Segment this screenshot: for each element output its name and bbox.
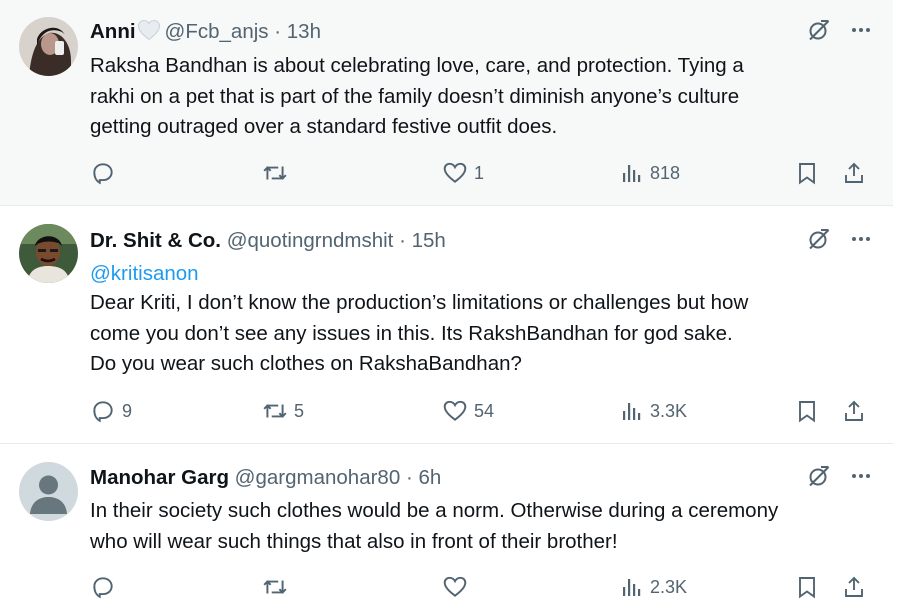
share-icon: [842, 574, 866, 600]
display-name[interactable]: Anni: [90, 20, 136, 43]
repost-icon: [262, 574, 288, 600]
separator: ·: [405, 466, 413, 489]
views-button[interactable]: 818: [620, 158, 680, 188]
bookmark-icon: [795, 160, 819, 186]
tweet-text-line: Dear Kriti, I don’t know the production’…: [90, 291, 749, 314]
share-icon: [842, 160, 866, 186]
handle[interactable]: @Fcb_anjs: [165, 20, 269, 43]
display-name[interactable]: Manohar Garg: [90, 466, 229, 489]
share-button[interactable]: [842, 396, 866, 426]
like-count: 1: [474, 162, 485, 183]
tweet-header: Manohar Garg @gargmanohar80 · 6h: [90, 465, 441, 491]
repost-button[interactable]: 5: [262, 396, 304, 426]
repost-icon: [262, 160, 288, 186]
bookmark-button[interactable]: [795, 396, 819, 426]
tweet-text-line: Do you wear such clothes on RakshaBandha…: [90, 352, 522, 375]
tweet-text: Dear Kriti, I don’t know the production’…: [90, 288, 880, 380]
tweet-header: Anni @Fcb_anjs · 13h: [90, 19, 321, 45]
tweet-top-actions: [807, 19, 873, 45]
handle[interactable]: @quotingrndmshit: [227, 229, 394, 252]
repost-button[interactable]: [262, 158, 294, 188]
share-button[interactable]: [842, 158, 866, 188]
share-button[interactable]: [842, 572, 866, 602]
reply-button[interactable]: [90, 572, 122, 602]
tweet-text: In their society such clothes would be a…: [90, 496, 880, 557]
reply-icon: [90, 574, 116, 600]
like-button[interactable]: 1: [442, 158, 484, 188]
mention-link[interactable]: @kritisanon: [90, 259, 199, 289]
bookmark-button[interactable]: [795, 158, 819, 188]
timestamp[interactable]: 6h: [418, 466, 441, 489]
grok-icon[interactable]: [807, 464, 831, 493]
views-icon: [620, 575, 644, 599]
share-icon: [842, 398, 866, 424]
tweet-top-actions: [807, 465, 873, 491]
more-icon[interactable]: [849, 464, 873, 493]
reply-icon: [90, 398, 116, 424]
grok-icon[interactable]: [807, 18, 831, 47]
reply-icon: [90, 160, 116, 186]
bookmark-icon: [795, 398, 819, 424]
view-count: 2.3K: [650, 576, 688, 597]
more-icon[interactable]: [849, 18, 873, 47]
tweet-text-line: Raksha Bandhan is about celebrating love…: [90, 54, 744, 77]
tweet-text-line: getting outraged over a standard festive…: [90, 115, 558, 138]
tweet[interactable]: Manohar Garg @gargmanohar80 · 6h In thei…: [0, 445, 893, 609]
reply-button[interactable]: [90, 158, 122, 188]
repost-count: 5: [294, 400, 305, 421]
tweet[interactable]: Anni @Fcb_anjs · 13h Raksha Bandhan is ab…: [0, 0, 893, 206]
timestamp[interactable]: 15h: [412, 229, 446, 252]
avatar[interactable]: [19, 462, 78, 521]
view-count: 818: [650, 162, 681, 183]
like-button[interactable]: 54: [442, 396, 494, 426]
timestamp[interactable]: 13h: [287, 20, 321, 43]
repost-button[interactable]: [262, 572, 294, 602]
views-button[interactable]: 3.3K: [620, 396, 687, 426]
tweet-actions: 9 5 54 3.3K: [90, 396, 870, 426]
tweet-header: Dr. Shit & Co. @quotingrndmshit · 15h: [90, 228, 446, 254]
more-icon[interactable]: [849, 227, 873, 256]
display-name[interactable]: Dr. Shit & Co.: [90, 229, 221, 252]
tweet-text-line: In their society such clothes would be a…: [90, 499, 779, 522]
tweet-text-line: who will wear such things that also in f…: [90, 529, 618, 553]
reply-count: 9: [122, 400, 133, 421]
separator: ·: [399, 229, 406, 252]
reply-button[interactable]: 9: [90, 396, 132, 426]
avatar[interactable]: [19, 17, 78, 76]
grok-icon[interactable]: [807, 227, 831, 256]
views-icon: [620, 399, 644, 423]
bookmark-button[interactable]: [795, 572, 819, 602]
tweet-text-line: rakhi on a pet that is part of the famil…: [90, 84, 740, 108]
avatar[interactable]: [19, 224, 78, 283]
white-heart-emoji-icon: [137, 19, 161, 48]
like-button[interactable]: [442, 572, 474, 602]
heart-icon: [442, 574, 468, 600]
view-count: 3.3K: [650, 400, 688, 421]
tweet-top-actions: [807, 228, 873, 254]
heart-icon: [442, 398, 468, 424]
handle[interactable]: @gargmanohar80: [235, 466, 401, 489]
tweet[interactable]: Dr. Shit & Co. @quotingrndmshit · 15h @k…: [0, 207, 893, 444]
heart-icon: [442, 160, 468, 186]
bookmark-icon: [795, 574, 819, 600]
like-count: 54: [474, 400, 495, 421]
views-button[interactable]: 2.3K: [620, 572, 687, 602]
repost-icon: [262, 398, 288, 424]
reply-feed: Anni @Fcb_anjs · 13h Raksha Bandhan is ab…: [0, 0, 893, 609]
tweet-text-line: come you don’t see any issues in this. I…: [90, 321, 733, 345]
tweet-actions: 1 818: [90, 158, 870, 188]
tweet-text: Raksha Bandhan is about celebrating love…: [90, 51, 880, 143]
views-icon: [620, 161, 644, 185]
tweet-actions: 2.3K: [90, 572, 870, 602]
